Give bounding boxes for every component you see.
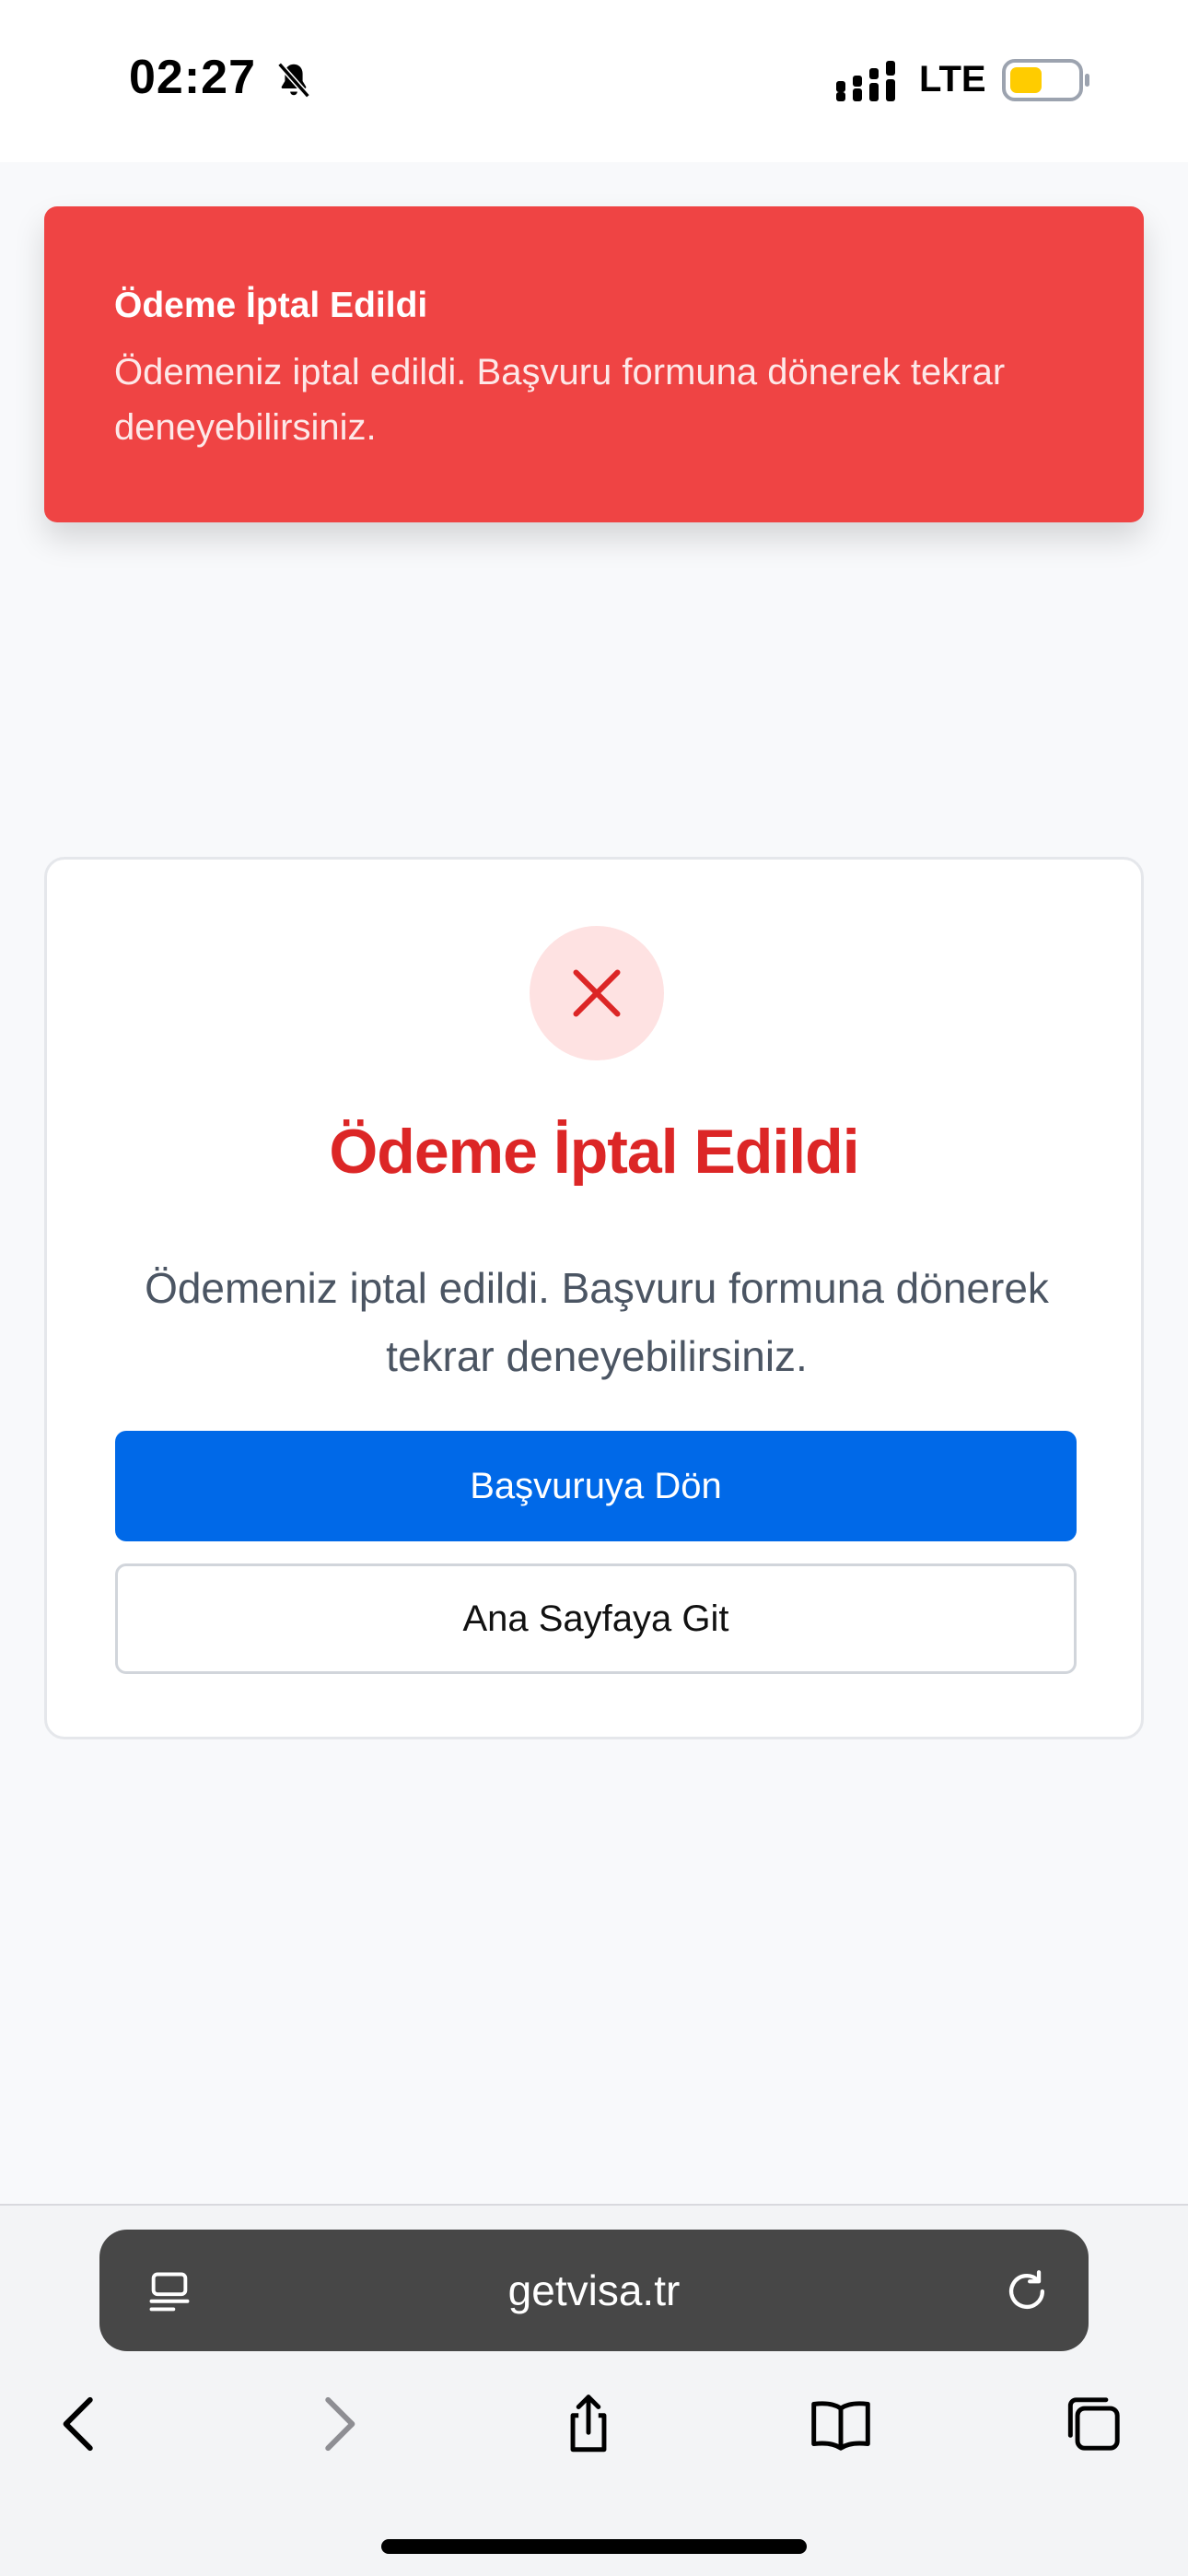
- card-message: Ödemeniz iptal edildi. Başvuru formuna d…: [145, 1264, 1049, 1380]
- back-icon[interactable]: [46, 2390, 114, 2458]
- close-icon: [573, 969, 621, 1017]
- forward-icon[interactable]: [304, 2390, 372, 2458]
- home-indicator: [381, 2539, 807, 2554]
- battery-icon: [1002, 59, 1089, 101]
- payment-cancelled-card: Ödeme İptal Edildi Ödemeniz iptal edildi…: [44, 857, 1144, 1739]
- error-toast: Ödeme İptal Edildi Ödemeniz iptal edildi…: [44, 206, 1144, 522]
- error-icon-circle: [530, 926, 664, 1060]
- share-icon[interactable]: [554, 2390, 623, 2458]
- status-bar: 02:27 LTE: [0, 0, 1188, 162]
- network-type: LTE: [919, 59, 986, 100]
- bookmarks-icon[interactable]: [807, 2390, 875, 2458]
- signal-icon: [836, 61, 895, 101]
- reload-icon[interactable]: [1002, 2266, 1052, 2316]
- status-time: 02:27: [129, 51, 256, 104]
- tabs-icon[interactable]: [1059, 2390, 1127, 2458]
- toast-title: Ödeme İptal Edildi: [114, 286, 428, 325]
- toast-message: Ödemeniz iptal edildi. Başvuru formuna d…: [114, 352, 1006, 448]
- address-bar[interactable]: getvisa.tr: [99, 2230, 1089, 2351]
- back-to-application-button[interactable]: Başvuruya Dön: [115, 1431, 1077, 1541]
- bell-slash-icon: [277, 62, 310, 99]
- page-title: Ödeme İptal Edildi: [329, 1117, 859, 1187]
- url-text[interactable]: getvisa.tr: [99, 2230, 1089, 2351]
- go-to-homepage-button[interactable]: Ana Sayfaya Git: [115, 1563, 1077, 1674]
